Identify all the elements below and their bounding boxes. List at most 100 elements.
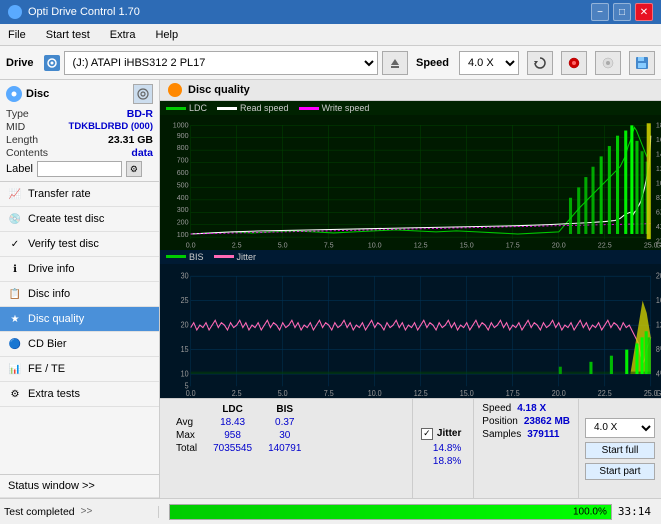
dq-icon bbox=[168, 83, 182, 97]
disc-panel-icon[interactable] bbox=[133, 84, 153, 104]
svg-text:0.0: 0.0 bbox=[186, 240, 196, 249]
start-full-button[interactable]: Start full bbox=[585, 442, 655, 459]
title-bar-controls: − □ ✕ bbox=[591, 3, 653, 21]
disc-mid-row: MID TDKBLDRBD (000) bbox=[6, 121, 153, 133]
sidebar-item-cd-bier[interactable]: 🔵 CD Bier bbox=[0, 332, 159, 357]
max-label: Max bbox=[168, 429, 205, 442]
legend-write-speed: Write speed bbox=[299, 103, 370, 113]
jitter-max-value: 18.8% bbox=[429, 455, 465, 468]
total-ldc: 7035545 bbox=[205, 442, 260, 455]
menu-help[interactable]: Help bbox=[151, 27, 182, 43]
sidebar-item-verify-test-disc[interactable]: ✓ Verify test disc bbox=[0, 232, 159, 257]
sidebar-item-disc-quality[interactable]: ★ Disc quality bbox=[0, 307, 159, 332]
length-value: 23.31 GB bbox=[108, 134, 153, 146]
drive-icon bbox=[44, 55, 60, 71]
status-arrow: >> bbox=[81, 506, 93, 517]
chart2-container: BIS Jitter bbox=[160, 250, 661, 399]
title-bar: Opti Drive Control 1.70 − □ ✕ bbox=[0, 0, 661, 24]
mid-value: TDKBLDRBD (000) bbox=[69, 121, 153, 133]
close-button[interactable]: ✕ bbox=[635, 3, 653, 21]
svg-text:0.0: 0.0 bbox=[186, 388, 196, 398]
svg-text:7.5: 7.5 bbox=[324, 388, 334, 398]
sidebar-item-fe-te[interactable]: 📊 FE / TE bbox=[0, 357, 159, 382]
disc-label-label: Label bbox=[6, 163, 33, 175]
sidebar-item-transfer-rate[interactable]: 📈 Transfer rate bbox=[0, 182, 159, 207]
disc-quality-icon: ★ bbox=[8, 312, 22, 326]
save-button[interactable] bbox=[629, 51, 655, 75]
maximize-button[interactable]: □ bbox=[613, 3, 631, 21]
start-part-button[interactable]: Start part bbox=[585, 463, 655, 480]
svg-text:8X: 8X bbox=[656, 193, 661, 202]
toolbar: Drive (J:) ATAPI iHBS312 2 PL17 Speed 4.… bbox=[0, 46, 661, 80]
samples-row: Samples 379111 bbox=[482, 429, 570, 440]
label-icon-button[interactable]: ⚙ bbox=[126, 161, 142, 177]
speed-selector[interactable]: 4.0 X bbox=[585, 418, 655, 438]
speed-stats-section: Speed 4.18 X Position 23862 MB Samples 3… bbox=[473, 399, 578, 498]
sidebar-item-disc-info[interactable]: 📋 Disc info bbox=[0, 282, 159, 307]
minimize-button[interactable]: − bbox=[591, 3, 609, 21]
svg-text:6X: 6X bbox=[656, 207, 661, 216]
write-speed-legend-label: Write speed bbox=[322, 103, 370, 113]
sidebar-item-create-test-disc[interactable]: 💿 Create test disc bbox=[0, 207, 159, 232]
jitter-checkbox[interactable]: ✓ bbox=[421, 428, 433, 440]
write-speed-legend-line bbox=[299, 107, 319, 110]
dq-title: Disc quality bbox=[188, 84, 250, 96]
speed-stat-label: Speed bbox=[482, 403, 511, 414]
drive-select[interactable]: (J:) ATAPI iHBS312 2 PL17 bbox=[64, 51, 378, 75]
ldc-legend-line bbox=[166, 107, 186, 110]
svg-text:15: 15 bbox=[181, 344, 190, 354]
jitter-avg-label bbox=[421, 442, 429, 455]
speed-select[interactable]: 4.0 X bbox=[459, 51, 519, 75]
drive-select-wrapper: (J:) ATAPI iHBS312 2 PL17 bbox=[44, 51, 408, 75]
sidebar-item-status-window[interactable]: Status window >> bbox=[0, 474, 159, 498]
jitter-label: Jitter bbox=[437, 428, 461, 439]
menu-extra[interactable]: Extra bbox=[106, 27, 140, 43]
disc-quality-label: Disc quality bbox=[28, 313, 84, 325]
samples-value: 379111 bbox=[527, 429, 559, 440]
verify-test-disc-label: Verify test disc bbox=[28, 238, 99, 250]
create-test-disc-label: Create test disc bbox=[28, 213, 104, 225]
menu-start-test[interactable]: Start test bbox=[42, 27, 94, 43]
chart1-legend: LDC Read speed Write speed bbox=[160, 101, 661, 115]
total-label: Total bbox=[168, 442, 205, 455]
sidebar-item-drive-info[interactable]: ℹ Drive info bbox=[0, 257, 159, 282]
progress-bar: 100.0% bbox=[169, 504, 612, 520]
svg-text:10X: 10X bbox=[656, 178, 661, 187]
jitter-legend-label: Jitter bbox=[237, 252, 257, 262]
drive-info-icon: ℹ bbox=[8, 262, 22, 276]
progress-bar-fill bbox=[170, 505, 611, 519]
samples-label: Samples bbox=[482, 429, 521, 440]
legend-ldc: LDC bbox=[166, 103, 207, 113]
blue-disc-button[interactable] bbox=[595, 51, 621, 75]
progress-section: 100.0% 33:14 bbox=[163, 504, 657, 520]
total-bis: 140791 bbox=[260, 442, 309, 455]
read-speed-legend-line bbox=[217, 107, 237, 110]
bis-legend-label: BIS bbox=[189, 252, 204, 262]
eject-button[interactable] bbox=[382, 51, 408, 75]
jitter-spacer bbox=[421, 468, 465, 470]
disc-label-input[interactable] bbox=[37, 161, 122, 177]
title-bar-left: Opti Drive Control 1.70 bbox=[8, 5, 140, 19]
svg-text:GB: GB bbox=[656, 240, 661, 249]
refresh-button[interactable] bbox=[527, 51, 553, 75]
chart2-svg: 30 25 20 15 10 5 20% 16% 12% 8% 4% 0.0 2… bbox=[160, 264, 661, 399]
svg-text:14X: 14X bbox=[656, 149, 661, 158]
legend-jitter: Jitter bbox=[214, 252, 257, 262]
type-value: BD-R bbox=[127, 108, 153, 120]
menu-file[interactable]: File bbox=[4, 27, 30, 43]
svg-text:400: 400 bbox=[177, 193, 189, 202]
svg-text:7.5: 7.5 bbox=[324, 240, 334, 249]
svg-text:17.5: 17.5 bbox=[506, 388, 520, 398]
svg-text:22.5: 22.5 bbox=[598, 388, 612, 398]
svg-text:10.0: 10.0 bbox=[368, 388, 382, 398]
drive-info-label: Drive info bbox=[28, 263, 74, 275]
sidebar-item-extra-tests[interactable]: ⚙ Extra tests bbox=[0, 382, 159, 407]
disc-info-label: Disc info bbox=[28, 288, 70, 300]
contents-value: data bbox=[131, 147, 153, 159]
cd-bier-label: CD Bier bbox=[28, 338, 67, 350]
svg-text:12X: 12X bbox=[656, 164, 661, 173]
disc-type-row: Type BD-R bbox=[6, 108, 153, 120]
disc-panel: Disc Type BD-R MID TDKBLDRBD (000) Lengt… bbox=[0, 80, 159, 182]
red-disc-button[interactable] bbox=[561, 51, 587, 75]
svg-text:18X: 18X bbox=[656, 120, 661, 129]
